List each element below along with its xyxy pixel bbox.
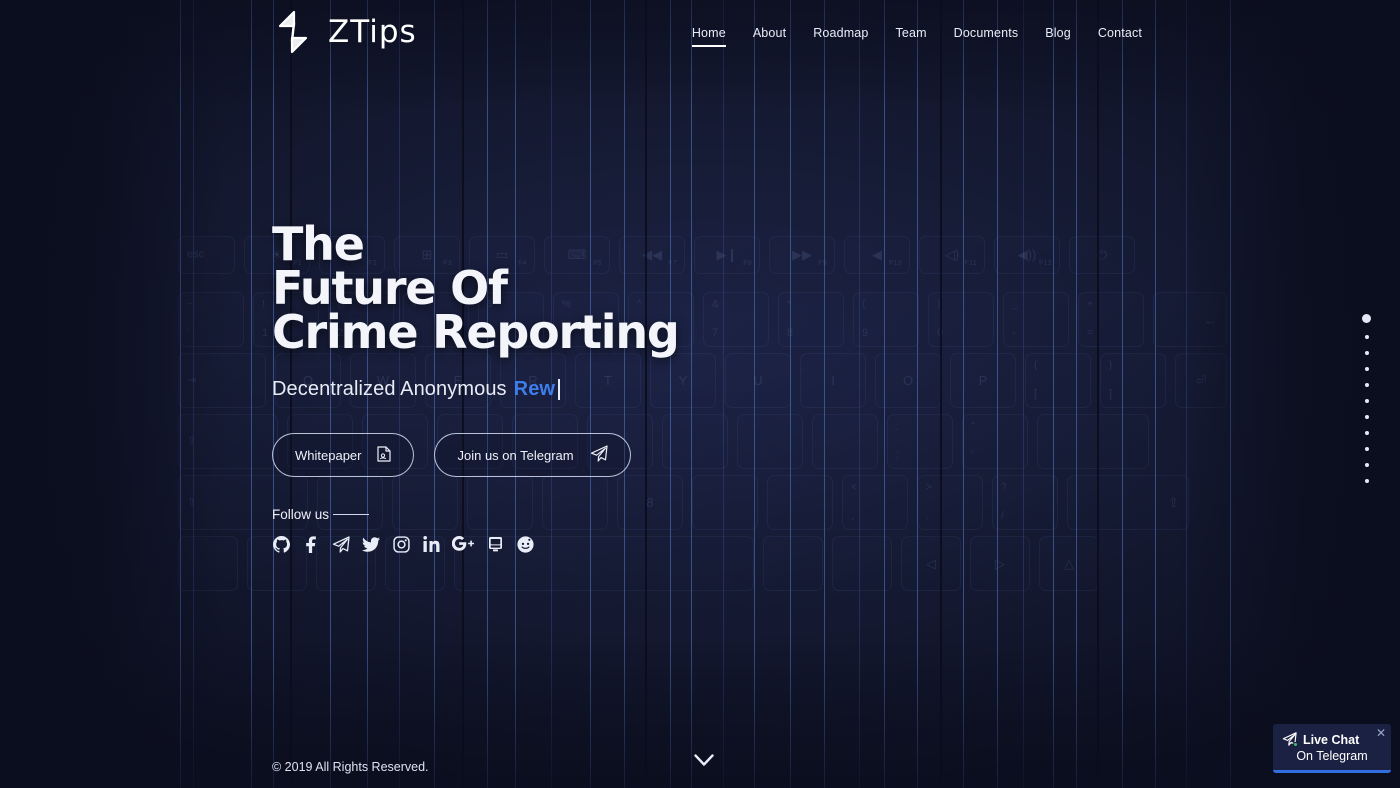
instagram-icon[interactable] — [392, 535, 410, 553]
facebook-icon[interactable] — [302, 535, 320, 553]
paper-plane-icon — [1282, 732, 1298, 747]
whitepaper-button[interactable]: Whitepaper — [272, 433, 415, 477]
section-dot[interactable] — [1364, 399, 1369, 403]
brand-name: ZTips — [328, 14, 417, 50]
close-icon[interactable]: ✕ — [1376, 727, 1386, 739]
linkedin-icon[interactable] — [422, 535, 440, 553]
section-dot-active[interactable] — [1362, 314, 1371, 323]
join-telegram-button-label: Join us on Telegram — [457, 447, 574, 463]
hero-button-row: Whitepaper Join us on Telegram — [272, 433, 679, 477]
section-dot[interactable] — [1364, 479, 1369, 483]
whitepaper-button-label: Whitepaper — [295, 447, 362, 463]
section-dot[interactable] — [1364, 447, 1369, 451]
nav-item-roadmap[interactable]: Roadmap — [813, 26, 868, 45]
hero-section: The Future Of Crime Reporting Decentrali… — [272, 217, 680, 553]
google-plus-icon[interactable] — [452, 535, 474, 553]
typing-caret — [558, 379, 561, 400]
section-dot[interactable] — [1364, 415, 1369, 419]
live-chat-subtitle: On Telegram — [1296, 749, 1368, 763]
title-line-2: Future Of — [272, 261, 508, 315]
live-chat-title: Live Chat — [1303, 732, 1360, 747]
nav-item-team[interactable]: Team — [895, 26, 926, 45]
edge-vignette-overlay — [0, 0, 1400, 788]
subtitle-typed-text: Rew — [513, 378, 556, 400]
live-chat-widget[interactable]: ✕ Live Chat On Telegram — [1273, 724, 1391, 773]
copyright-text: © 2019 All Rights Reserved. — [272, 760, 429, 774]
brand-logo[interactable]: ZTips — [272, 9, 417, 55]
telegram-icon[interactable] — [332, 535, 350, 553]
online-status-dot — [1293, 742, 1298, 747]
twitter-icon[interactable] — [362, 535, 380, 553]
subtitle-static-text: Decentralized Anonymous — [272, 378, 507, 400]
title-line-3: Crime Reporting — [272, 305, 680, 359]
follow-us-rule — [333, 514, 370, 515]
hero-subtitle: Decentralized Anonymous Rew — [272, 378, 679, 401]
section-dot[interactable] — [1364, 431, 1369, 435]
nav-item-about[interactable]: About — [753, 26, 786, 45]
section-dot-navigation — [1362, 314, 1371, 489]
social-links — [272, 535, 679, 553]
nav-item-documents[interactable]: Documents — [954, 26, 1019, 45]
follow-us-heading: Follow us — [272, 507, 679, 522]
section-dot[interactable] — [1364, 367, 1369, 371]
live-chat-header: Live Chat — [1282, 732, 1382, 747]
document-file-icon — [377, 445, 392, 465]
paper-plane-icon — [590, 445, 608, 465]
nav-item-blog[interactable]: Blog — [1045, 26, 1071, 45]
section-dot[interactable] — [1364, 335, 1369, 339]
section-dot[interactable] — [1364, 383, 1369, 387]
page-title: The Future Of Crime Reporting — [272, 217, 680, 359]
follow-us-label: Follow us — [272, 507, 330, 522]
section-dot[interactable] — [1364, 351, 1369, 355]
join-telegram-button[interactable]: Join us on Telegram — [434, 433, 631, 477]
section-dot[interactable] — [1364, 463, 1369, 467]
lightning-z-logo-icon — [272, 9, 314, 55]
nav-item-home[interactable]: Home — [691, 26, 726, 47]
reddit-icon[interactable] — [516, 535, 534, 553]
site-header: ZTips Home About Roadmap Team Documents … — [0, 0, 1400, 68]
page-stage: esc ☀F1 ▤F2 ⊞F3 ▭F4 ⌨F5 ◀◀F7 ▶❙F8 ▶▶F9 ◀… — [0, 0, 1400, 788]
scroll-down-button[interactable] — [694, 754, 714, 772]
youtube-icon[interactable] — [486, 535, 504, 553]
main-navigation: Home About Roadmap Team Documents Blog C… — [691, 26, 1142, 47]
chevron-down-icon — [694, 754, 714, 771]
nav-item-contact[interactable]: Contact — [1098, 26, 1142, 45]
title-line-1: The — [272, 217, 365, 271]
github-icon[interactable] — [272, 535, 290, 553]
